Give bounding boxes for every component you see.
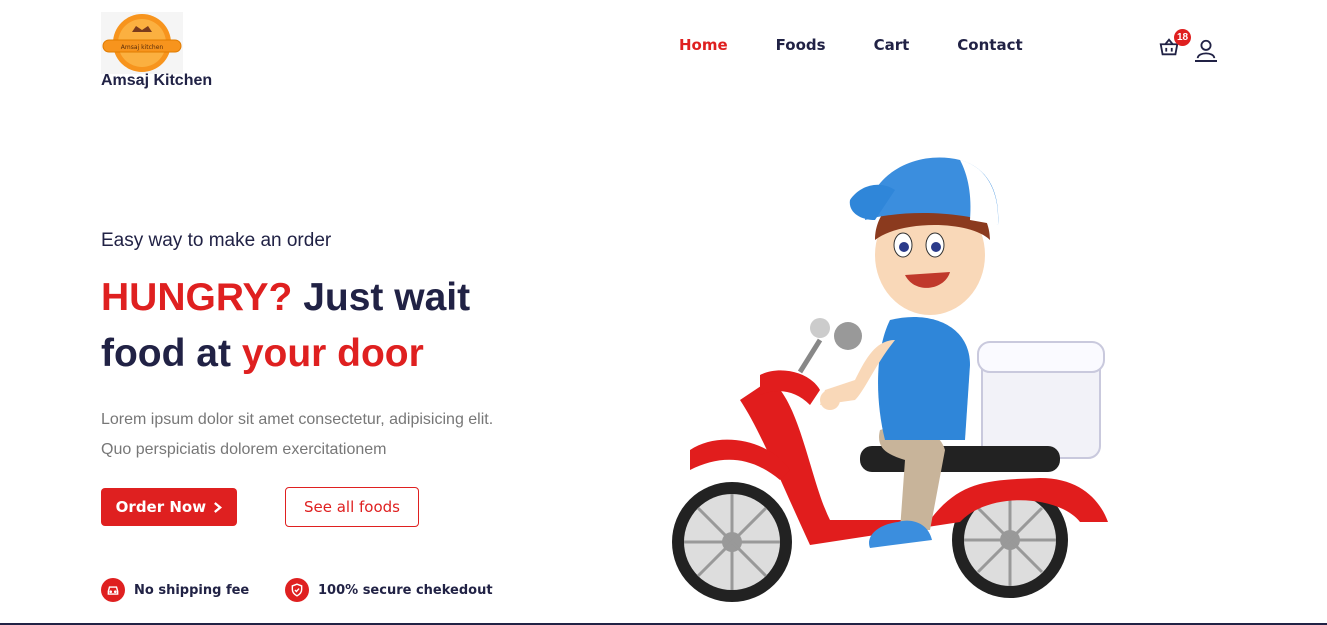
feature-secure-checkout: 100% secure chekedout (285, 578, 493, 602)
hero-title-hungry: HUNGRY? (101, 276, 293, 319)
nav-foods[interactable]: Foods (776, 36, 826, 54)
nav-cart[interactable]: Cart (874, 36, 910, 54)
cart-count-badge: 18 (1174, 29, 1191, 46)
brand-logo[interactable]: Amsaj kitchen Amsaj Kitchen (101, 12, 221, 92)
hero-description-line2: Quo perspiciatis dolorem exercitationem (101, 441, 387, 458)
shield-icon (285, 578, 309, 602)
see-all-foods-button[interactable]: See all foods (285, 487, 419, 527)
hero-title-just-wait: Just wait (292, 276, 471, 319)
user-account-button[interactable] (1195, 38, 1217, 62)
feature-label: 100% secure chekedout (318, 582, 493, 598)
feature-label: No shipping fee (134, 582, 250, 598)
svg-text:Amsaj kitchen: Amsaj kitchen (121, 44, 164, 51)
order-now-button[interactable]: Order Now (101, 488, 237, 526)
site-header: Amsaj kitchen Amsaj Kitchen Home Foods C… (0, 0, 1327, 100)
hero-subtitle: Easy way to make an order (101, 230, 332, 251)
user-icon (1196, 39, 1216, 59)
nav-contact[interactable]: Contact (957, 36, 1022, 54)
hero-description-line1: Lorem ipsum dolor sit amet consectetur, … (101, 411, 494, 428)
logo-badge-icon: Amsaj kitchen (101, 12, 183, 74)
delivery-boy-illustration (672, 157, 1108, 602)
order-now-label: Order Now (115, 498, 207, 516)
nav-home[interactable]: Home (679, 36, 728, 54)
feature-no-shipping: No shipping fee (101, 578, 249, 602)
hero-title-your-door: your door (241, 332, 424, 375)
chevron-right-icon (214, 502, 223, 513)
main-nav: Home Foods Cart Contact (679, 36, 1023, 54)
brand-name: Amsaj Kitchen (101, 72, 213, 89)
hero-description: Lorem ipsum dolor sit amet consectetur, … (101, 405, 521, 465)
hero-title: HUNGRY? Just wait food at your door (101, 270, 561, 382)
hero-title-food-at: food at (101, 332, 242, 375)
car-icon (101, 578, 125, 602)
